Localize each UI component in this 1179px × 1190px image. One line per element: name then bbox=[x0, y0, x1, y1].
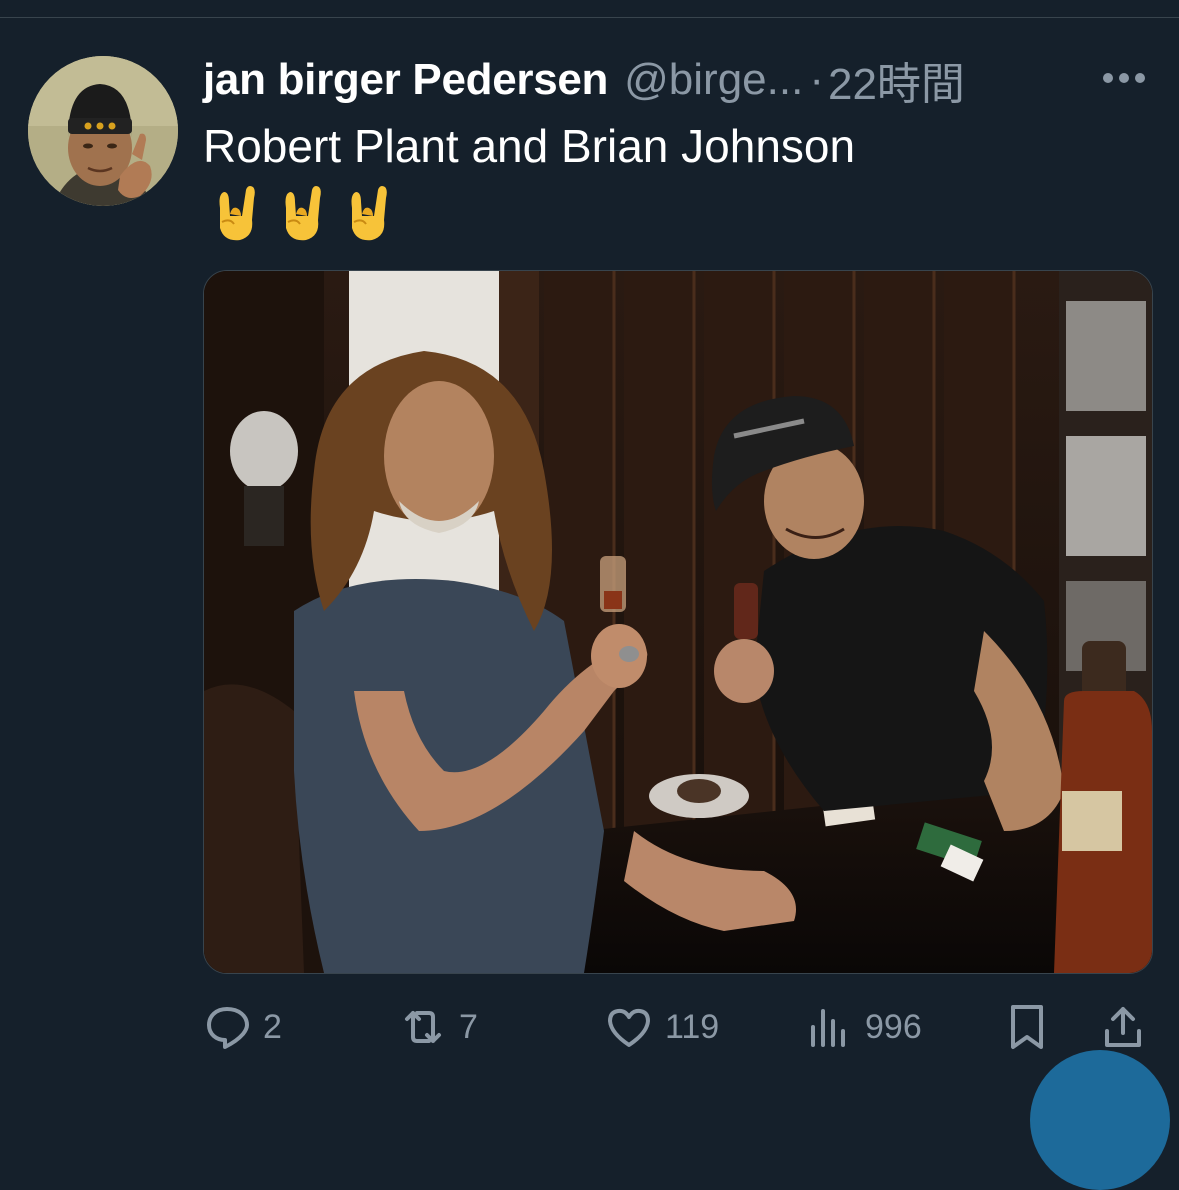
like-button[interactable]: 119 bbox=[605, 1000, 719, 1054]
views-count: 996 bbox=[865, 1007, 922, 1046]
tweet-photo[interactable] bbox=[203, 270, 1153, 974]
retweet-count: 7 bbox=[459, 1007, 478, 1046]
reply-button[interactable]: 2 bbox=[203, 1000, 282, 1054]
bookmark-icon bbox=[1011, 1005, 1043, 1049]
retweet-button[interactable]: 7 bbox=[399, 1000, 478, 1054]
author-name[interactable]: jan birger Pedersen bbox=[203, 55, 608, 105]
photo-image bbox=[204, 271, 1152, 973]
heart-icon bbox=[608, 1008, 650, 1047]
author-handle[interactable]: @birge... bbox=[624, 55, 803, 105]
rock-on-hand-icon bbox=[351, 186, 387, 241]
tweet-text: Robert Plant and Brian Johnson bbox=[203, 120, 856, 172]
share-icon bbox=[1105, 1007, 1141, 1047]
rock-on-hand-icon bbox=[219, 186, 255, 241]
avatar-image bbox=[28, 56, 178, 206]
avatar[interactable] bbox=[28, 56, 178, 206]
bookmark-button[interactable] bbox=[1003, 1000, 1051, 1054]
action-bar: 2 7 119 996 bbox=[203, 1000, 1151, 1054]
like-count: 119 bbox=[665, 1007, 720, 1046]
views-chart-icon bbox=[811, 1009, 845, 1047]
more-options-icon[interactable] bbox=[1100, 66, 1148, 90]
share-button[interactable] bbox=[1099, 1000, 1147, 1054]
tweet-header: jan birger Pedersen @birge... · 22時間 bbox=[203, 52, 965, 109]
timestamp[interactable]: 22時間 bbox=[828, 48, 965, 112]
separator-dot: · bbox=[809, 55, 824, 104]
reply-count: 2 bbox=[263, 1007, 282, 1046]
views-button[interactable]: 996 bbox=[805, 1000, 922, 1054]
emoji-row bbox=[210, 184, 396, 244]
reply-icon bbox=[207, 1007, 249, 1049]
rock-on-hand-icon bbox=[285, 186, 321, 241]
retweet-icon bbox=[405, 1011, 441, 1043]
compose-fab-partial[interactable] bbox=[1030, 1050, 1170, 1190]
tweet[interactable]: jan birger Pedersen @birge... · 22時間 Rob… bbox=[0, 0, 1179, 1190]
